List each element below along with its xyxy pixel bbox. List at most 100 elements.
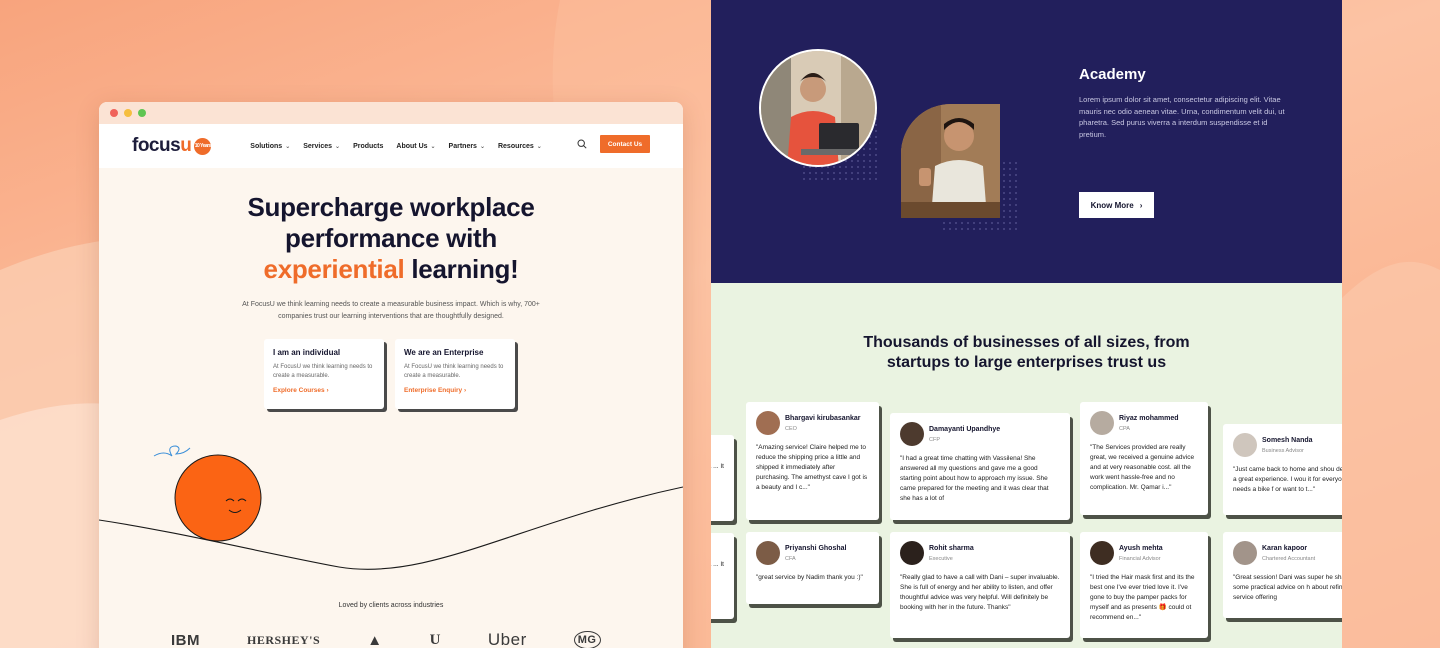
minimize-window-dot[interactable] bbox=[124, 109, 132, 117]
focusu-logo[interactable]: focus u 10 Years bbox=[132, 135, 211, 157]
man-thumbs-up-photo bbox=[901, 104, 1000, 218]
avatar bbox=[756, 541, 780, 565]
nav-item-solutions[interactable]: Solutions ⌄ bbox=[250, 143, 290, 150]
enterprise-card[interactable]: We are an Enterprise At FocusU we think … bbox=[395, 339, 515, 409]
academy-description: Lorem ipsum dolor sit amet, consectetur … bbox=[1079, 95, 1285, 139]
avatar bbox=[756, 411, 780, 435]
hero-title-line2: performance with bbox=[285, 223, 497, 253]
testimonial-card[interactable]: Karan kapoor Chartered Accountant "Great … bbox=[1223, 532, 1342, 618]
chevron-right-icon: › bbox=[463, 387, 467, 394]
testimonials-section: Thousands of businesses of all sizes, fr… bbox=[711, 283, 1342, 648]
card-description: At FocusU we think learning needs to cre… bbox=[273, 364, 373, 379]
academy-section: Academy Lorem ipsum dolor sit amet, cons… bbox=[711, 0, 1342, 283]
hero-illustration bbox=[99, 445, 683, 570]
woman-laptop-illustration bbox=[761, 51, 875, 165]
link-label: Explore Courses bbox=[273, 387, 325, 394]
squiggle-doodle bbox=[153, 445, 191, 457]
right-preview-panel: Academy Lorem ipsum dolor sit amet, cons… bbox=[711, 0, 1342, 648]
nav-item-label: Solutions bbox=[250, 142, 283, 150]
reviewer-role: Financial Advisor bbox=[1119, 555, 1161, 562]
reviewer-role: CFP bbox=[929, 436, 940, 443]
nav-item-label: About Us bbox=[396, 142, 428, 150]
testimonial-text: "Amazing service! Claire helped me to re… bbox=[756, 444, 868, 491]
testimonial-card[interactable]: ...mpla ... It bbox=[711, 533, 734, 619]
hero-title: Supercharge workplace performance with e… bbox=[99, 192, 683, 285]
nav-item-label: Resources bbox=[497, 142, 534, 150]
triangle-brand-logo: ▲ bbox=[367, 631, 383, 648]
logo-badge-text: 10 Years bbox=[194, 143, 212, 149]
title-line2: startups to large enterprises trust us bbox=[886, 354, 1167, 371]
reviewer-name: Ayush mehta bbox=[1119, 544, 1163, 552]
reviewer-role: Business Advisor bbox=[1262, 447, 1304, 454]
maximize-window-dot[interactable] bbox=[138, 109, 146, 117]
card-title: We are an Enterprise bbox=[404, 348, 484, 357]
nav-item-partners[interactable]: Partners ⌄ bbox=[449, 143, 485, 150]
link-label: Enterprise Enquiry bbox=[404, 387, 463, 394]
testimonial-text: "I tried the Hair mask first and its the… bbox=[1090, 574, 1195, 621]
man-thumbs-up-illustration bbox=[901, 104, 1000, 218]
avatar bbox=[1233, 433, 1257, 457]
chevron-right-icon: › bbox=[1139, 200, 1143, 210]
reviewer-name: Somesh Nanda bbox=[1262, 436, 1313, 444]
testimonial-text: ...mpla ... It bbox=[711, 561, 724, 568]
testimonial-card[interactable]: Somesh Nanda Business Advisor "Just came … bbox=[1223, 424, 1342, 515]
hero-title-line1: Supercharge workplace bbox=[247, 192, 535, 222]
testimonial-text: "The Services provided are really great,… bbox=[1090, 444, 1195, 491]
reviewer-role: Chartered Accountant bbox=[1262, 555, 1316, 562]
card-title: I am an individual bbox=[273, 348, 341, 357]
testimonial-card[interactable]: ...mpla ... It bbox=[711, 435, 734, 521]
avatar bbox=[900, 422, 924, 446]
smiling-sun-character bbox=[174, 454, 262, 542]
logo-anniversary-badge: 10 Years bbox=[194, 137, 212, 155]
testimonial-card[interactable]: Bhargavi kirubasankar CEO "Amazing servic… bbox=[746, 402, 879, 520]
chevron-down-icon: ⌄ bbox=[335, 143, 341, 150]
individual-card[interactable]: I am an individual At FocusU we think le… bbox=[264, 339, 384, 409]
testimonial-text: "Just came back to home and shou definit… bbox=[1233, 466, 1342, 493]
know-more-button[interactable]: Know More › bbox=[1079, 192, 1154, 218]
button-label: Know More bbox=[1090, 200, 1134, 210]
contact-us-button[interactable]: Contact Us bbox=[600, 135, 650, 153]
reviewer-name: Karan kapoor bbox=[1262, 544, 1308, 552]
hersheys-logo: HERSHEY'S bbox=[247, 632, 321, 647]
avatar bbox=[1090, 411, 1114, 435]
testimonial-card[interactable]: Ayush mehta Financial Advisor "I tried th… bbox=[1080, 532, 1208, 638]
testimonial-text: "great service by Nadim thank you :)" bbox=[756, 574, 863, 581]
testimonial-card[interactable]: Priyanshi Ghoshal CFA "great service by N… bbox=[746, 532, 879, 604]
testimonial-text: "I had a great time chatting with Vassil… bbox=[900, 455, 1049, 502]
browser-window: focus u 10 Years Solutions ⌄ Services ⌄ Pro… bbox=[99, 102, 683, 648]
reviewer-name: Rohit sharma bbox=[929, 544, 974, 552]
avatar bbox=[1233, 541, 1257, 565]
site-navbar: focus u 10 Years Solutions ⌄ Services ⌄ Pro… bbox=[99, 124, 683, 168]
nav-item-about-us[interactable]: About Us ⌄ bbox=[396, 143, 435, 150]
woman-laptop-photo bbox=[759, 49, 877, 167]
logo-text: focus bbox=[132, 135, 181, 156]
testimonial-card[interactable]: Damayanti Upandhye CFP "I had a great tim… bbox=[890, 413, 1070, 520]
chevron-down-icon: ⌄ bbox=[430, 143, 436, 150]
uber-logo: Uber bbox=[487, 630, 527, 648]
nav-item-services[interactable]: Services ⌄ bbox=[303, 143, 340, 150]
close-window-dot[interactable] bbox=[110, 109, 118, 117]
explore-courses-link[interactable]: Explore Courses › bbox=[273, 387, 375, 394]
nav-item-products[interactable]: Products bbox=[353, 143, 383, 150]
browser-titlebar bbox=[99, 102, 683, 124]
logo-text-accent: u bbox=[180, 135, 192, 156]
chevron-right-icon: › bbox=[326, 387, 329, 394]
testimonial-card[interactable]: Rohit sharma Executive "Really glad to ha… bbox=[890, 532, 1070, 638]
reviewer-name: Damayanti Upandhye bbox=[929, 425, 1001, 433]
testimonial-card[interactable]: Riyaz mohammed CPA "The Services provided… bbox=[1080, 402, 1208, 515]
clients-heading: Loved by clients across industries bbox=[338, 602, 444, 609]
mg-logo: MG bbox=[573, 631, 601, 648]
nav-item-resources[interactable]: Resources ⌄ bbox=[498, 143, 542, 150]
client-logos-row: IBM HERSHEY'S ▲ U Uber MG bbox=[171, 630, 601, 648]
hero-title-line3: learning! bbox=[404, 254, 519, 284]
nav-item-label: Partners bbox=[448, 142, 477, 150]
search-icon[interactable] bbox=[577, 139, 587, 149]
nav-item-label: Services bbox=[303, 142, 333, 150]
testimonial-text: "Great session! Dani was super he shared… bbox=[1233, 574, 1342, 601]
reviewer-role: CPA bbox=[1119, 425, 1130, 432]
reviewer-name: Riyaz mohammed bbox=[1119, 414, 1179, 422]
audience-choice-cards: I am an individual At FocusU we think le… bbox=[264, 339, 515, 409]
enterprise-enquiry-link[interactable]: Enterprise Enquiry › bbox=[404, 387, 506, 394]
testimonial-text: ...mpla ... It bbox=[711, 463, 724, 470]
reviewer-role: CFA bbox=[785, 555, 796, 562]
